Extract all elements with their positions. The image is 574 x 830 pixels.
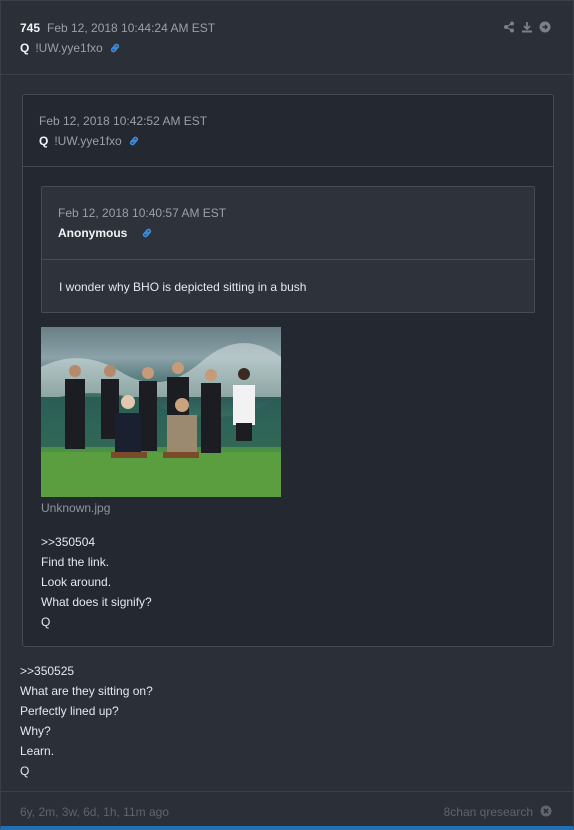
attached-image[interactable] xyxy=(41,327,281,497)
quoted-post-line[interactable]: >>350504 xyxy=(41,532,152,552)
post-actions xyxy=(503,21,551,33)
quoted-post-date: Feb 12, 2018 10:42:52 AM EST xyxy=(39,114,208,128)
nested-quote-author-row: Anonymous xyxy=(58,226,153,240)
board-name[interactable]: 8chan qresearch xyxy=(444,805,533,819)
nested-quote-message: I wonder why BHO is depicted sitting in … xyxy=(59,280,307,294)
link-icon[interactable] xyxy=(109,42,121,54)
quoted-post-anonymous: Feb 12, 2018 10:40:57 AM EST Anonymous I… xyxy=(41,186,535,313)
post-number: 745 xyxy=(20,21,41,35)
post-tripcode: !UW.yye1fxo xyxy=(35,41,103,55)
post-date: Feb 12, 2018 10:44:24 AM EST xyxy=(47,21,216,35)
quoted-post-header: Feb 12, 2018 10:42:52 AM EST Q !UW.yye1f… xyxy=(23,95,553,167)
quoted-post-body: >>350504 Find the link. Look around. Wha… xyxy=(41,532,152,632)
image-filename[interactable]: Unknown.jpg xyxy=(41,501,110,515)
quoted-post-line: Look around. xyxy=(41,575,112,589)
quoted-post-line: Q xyxy=(41,615,51,629)
link-icon[interactable] xyxy=(128,135,140,147)
nested-quote-header: Feb 12, 2018 10:40:57 AM EST Anonymous xyxy=(42,187,534,260)
quoted-post-tripcode: !UW.yye1fxo xyxy=(54,134,122,148)
post-line: What are they sitting on? xyxy=(20,684,153,698)
quoted-post-line: Find the link. xyxy=(41,555,110,569)
arrow-right-circle-icon[interactable] xyxy=(539,21,551,33)
share-icon[interactable] xyxy=(503,21,515,33)
link-icon[interactable] xyxy=(141,227,153,239)
quoted-post-q: Feb 12, 2018 10:42:52 AM EST Q !UW.yye1f… xyxy=(22,94,554,647)
post-footer: 6y, 2m, 3w, 6d, 1h, 11m ago 8chan qresea… xyxy=(1,791,573,827)
post-line: Perfectly lined up? xyxy=(20,704,119,718)
download-icon[interactable] xyxy=(521,21,533,33)
post-line: Learn. xyxy=(20,744,55,758)
close-circle-icon[interactable] xyxy=(540,805,552,817)
quoted-post-author-row: Q !UW.yye1fxo xyxy=(39,134,140,148)
post-line[interactable]: >>350525 xyxy=(20,661,153,681)
post-age: 6y, 2m, 3w, 6d, 1h, 11m ago xyxy=(20,805,169,819)
quoted-post-line: What does it signify? xyxy=(41,595,152,609)
quoted-post-author: Q xyxy=(39,134,49,148)
post-line: Why? xyxy=(20,724,51,738)
post-author: Q xyxy=(20,41,30,55)
nested-quote-date: Feb 12, 2018 10:40:57 AM EST xyxy=(58,206,227,220)
post-author-row: Q !UW.yye1fxo xyxy=(20,41,121,55)
q-post-card: 745 Feb 12, 2018 10:44:24 AM EST Q !UW.y… xyxy=(0,0,574,830)
post-body: >>350525 What are they sitting on? Perfe… xyxy=(20,661,153,781)
post-header: 745 Feb 12, 2018 10:44:24 AM EST Q !UW.y… xyxy=(1,1,573,75)
post-line: Q xyxy=(20,764,30,778)
nested-quote-author: Anonymous xyxy=(58,226,128,240)
